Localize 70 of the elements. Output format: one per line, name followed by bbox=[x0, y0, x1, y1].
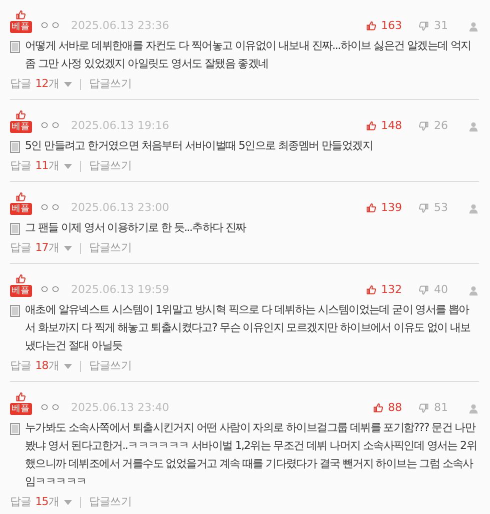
best-badge: 베플 bbox=[10, 203, 32, 215]
report-user-icon[interactable] bbox=[468, 284, 479, 296]
author-name: ㅇㅇ bbox=[39, 119, 61, 133]
thumbs-down-icon bbox=[418, 402, 430, 414]
thumbs-down-icon bbox=[418, 120, 430, 132]
thumbs-up-icon bbox=[14, 391, 27, 403]
dislike-button[interactable]: 81 bbox=[418, 401, 448, 415]
dislike-button[interactable]: 53 bbox=[418, 201, 448, 215]
thumbs-up-icon bbox=[365, 284, 377, 296]
reply-count-toggle[interactable]: 답글 17개 bbox=[10, 240, 72, 256]
best-badge: 베플 bbox=[10, 285, 32, 297]
thumbs-up-icon bbox=[365, 120, 377, 132]
thumbs-up-icon bbox=[365, 20, 377, 32]
caret-down-icon bbox=[64, 82, 72, 86]
document-icon bbox=[10, 141, 20, 153]
reply-count-toggle[interactable]: 답글 11개 bbox=[10, 158, 72, 174]
document-icon bbox=[10, 423, 20, 435]
best-badge: 베플 bbox=[10, 121, 32, 133]
reply-count-toggle[interactable]: 답글 18개 bbox=[10, 358, 72, 374]
write-reply-link[interactable]: 답글쓰기 bbox=[89, 358, 132, 374]
best-badge: 베플 bbox=[10, 21, 32, 33]
comment-text: 어떻게 서바로 데뷔한애를 자컨도 다 찍어놓고 이유없이 내보내 진짜...하이브 싫은건 알겠는데 억지 좀 그만 사정 있었겠지 아일릿도 영서도 잘됐음 좋겠네 bbox=[25, 38, 472, 72]
like-button[interactable]: 132 bbox=[365, 283, 402, 297]
comment-text: 애초에 알유넥스트 시스템이 1위말고 방시혁 픽으로 다 데뷔하는 시스템이었는데 굳이 영서를 뽑아서 화보까지 다 찍게 해놓고 퇴출시켰다고? 무슨 이유인지 모르겠지만 하이브에서 이유도 없이 내보냈다는건 절대 아닐듯 bbox=[25, 302, 472, 354]
caret-down-icon bbox=[64, 500, 72, 504]
comment-date: 2025.06.13 23:40 bbox=[71, 401, 170, 415]
comment-date: 2025.06.13 23:00 bbox=[71, 201, 170, 215]
thumbs-up-icon bbox=[14, 191, 27, 203]
thumbs-up-icon bbox=[14, 273, 27, 285]
comment-date: 2025.06.13 23:36 bbox=[71, 19, 170, 33]
caret-down-icon bbox=[64, 164, 72, 168]
thumbs-down-icon bbox=[418, 20, 430, 32]
document-icon bbox=[10, 223, 20, 235]
author-name: ㅇㅇ bbox=[39, 283, 61, 297]
report-user-icon[interactable] bbox=[468, 20, 479, 32]
like-button[interactable]: 139 bbox=[365, 201, 402, 215]
thumbs-down-icon bbox=[418, 284, 430, 296]
thumbs-up-icon bbox=[365, 202, 377, 214]
dislike-button[interactable]: 31 bbox=[418, 19, 448, 33]
comment-text: 5인 만들려고 한거였으면 처음부터 서바이벌때 5인으로 최종멤버 만들었겠지 bbox=[25, 138, 372, 154]
best-badge: 베플 bbox=[10, 403, 32, 415]
author-name: ㅇㅇ bbox=[39, 19, 61, 33]
author-name: ㅇㅇ bbox=[39, 401, 61, 415]
report-user-icon[interactable] bbox=[468, 202, 479, 214]
like-button[interactable]: 148 bbox=[365, 119, 402, 133]
comment-text: 그 팬들 이제 영서 이용하기로 한 듯...추하다 진짜 bbox=[25, 220, 246, 236]
write-reply-link[interactable]: 답글쓰기 bbox=[89, 494, 132, 510]
write-reply-link[interactable]: 답글쓰기 bbox=[89, 158, 132, 174]
caret-down-icon bbox=[64, 246, 72, 250]
thumbs-up-icon bbox=[14, 109, 27, 121]
comment-date: 2025.06.13 19:59 bbox=[71, 283, 170, 297]
like-button[interactable]: 163 bbox=[365, 19, 402, 33]
dislike-button[interactable]: 26 bbox=[418, 119, 448, 133]
thumbs-down-icon bbox=[418, 202, 430, 214]
write-reply-link[interactable]: 답글쓰기 bbox=[89, 240, 132, 256]
author-name: ㅇㅇ bbox=[39, 201, 61, 215]
report-user-icon[interactable] bbox=[468, 120, 479, 132]
document-icon bbox=[10, 305, 20, 317]
document-icon bbox=[10, 41, 20, 53]
comment-text: 누가봐도 소속사쪽에서 퇴출시킨거지 어떤 사람이 자의로 하이브걸그룹 데뷔를 포기함??? 문건 나만봤냐 영서 된다고한거..ㅋㅋㅋㅋㅋㅋ 서바이벌 1,2위는 무조건 데뷔 나머지 소속사픽인데 영서는 2위했으니까 데뷔조에서 거를수도 없었을거고 계속 때를 기다렸다가 결국 뺀거지 하이브는 그럼 소속사임ㅋㅋㅋㅋㅋ bbox=[25, 420, 478, 490]
reply-count-toggle[interactable]: 답글 15개 bbox=[10, 494, 72, 510]
dislike-button[interactable]: 40 bbox=[418, 283, 448, 297]
thumbs-up-icon bbox=[372, 402, 384, 414]
comment-date: 2025.06.13 19:16 bbox=[71, 119, 170, 133]
thumbs-up-icon bbox=[14, 9, 27, 21]
write-reply-link[interactable]: 답글쓰기 bbox=[89, 76, 132, 92]
caret-down-icon bbox=[64, 364, 72, 368]
report-user-icon[interactable] bbox=[468, 402, 479, 414]
reply-count-toggle[interactable]: 답글 12개 bbox=[10, 76, 72, 92]
like-button[interactable]: 88 bbox=[372, 401, 402, 415]
